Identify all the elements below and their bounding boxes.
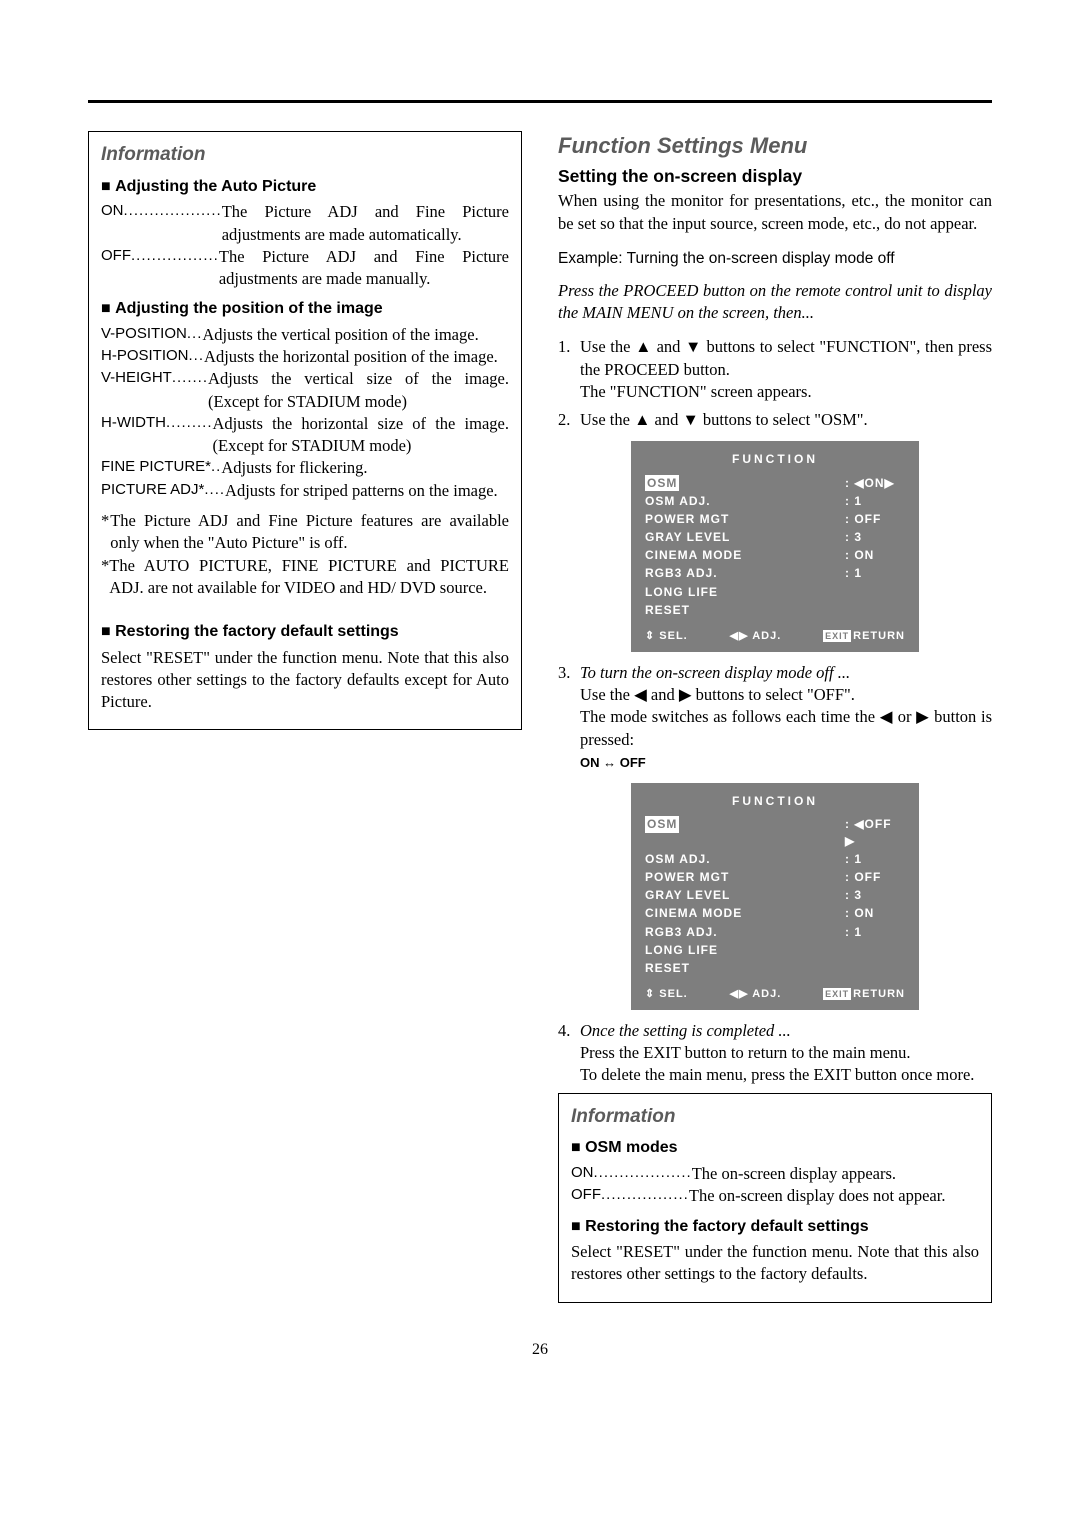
footnote-2: * The AUTO PICTURE, FINE PICTURE and PIC… bbox=[101, 555, 509, 600]
osd2-footer: ⇕ SEL. ◀▶ ADJ. EXITRETURN bbox=[645, 987, 905, 1002]
restore-body-right: Select "RESET" under the function menu. … bbox=[571, 1241, 979, 1286]
page-rule bbox=[88, 100, 992, 103]
step-3: 3. To turn the on-screen display mode of… bbox=[558, 662, 992, 773]
osd2-title: FUNCTION bbox=[645, 793, 905, 809]
def-on-val: The Picture ADJ and Fine Picture adjustm… bbox=[222, 201, 509, 246]
dots: ................. bbox=[131, 246, 219, 266]
osd-screenshot-2: FUNCTION OSM: ◀OFF ▶ OSM ADJ.: 1 POWER M… bbox=[631, 783, 919, 1010]
def-picadj: PICTURE ADJ* .... Adjusts for striped pa… bbox=[101, 480, 509, 502]
def-vpos: V-POSITION ... Adjusts the vertical posi… bbox=[101, 324, 509, 346]
section-title: Function Settings Menu bbox=[558, 131, 992, 161]
footnote-1: * The Picture ADJ and Fine Picture featu… bbox=[101, 510, 509, 555]
step-1: 1. Use the ▲ and ▼ buttons to select "FU… bbox=[558, 336, 992, 403]
def-hwidth: H-WIDTH ......... Adjusts the horizontal… bbox=[101, 413, 509, 458]
term-on: ON bbox=[101, 201, 124, 221]
right-column: Function Settings Menu Setting the on-sc… bbox=[558, 131, 992, 1303]
information-title: Information bbox=[101, 142, 509, 168]
information-box-left: Information Adjusting the Auto Picture O… bbox=[88, 131, 522, 730]
subhead: Setting the on-screen display bbox=[558, 165, 992, 189]
dots: ................... bbox=[124, 201, 222, 221]
heading-restore-right: Restoring the factory default settings bbox=[571, 1216, 979, 1238]
def-off: OFF ................. The Picture ADJ an… bbox=[101, 246, 509, 291]
intro-text: When using the monitor for presentations… bbox=[558, 190, 992, 235]
step-2: 2. Use the ▲ and ▼ buttons to select "OS… bbox=[558, 409, 992, 431]
preamble-text: Press the PROCEED button on the remote c… bbox=[558, 280, 992, 325]
osd1-footer: ⇕ SEL. ◀▶ ADJ. EXITRETURN bbox=[645, 629, 905, 644]
osd1-title: FUNCTION bbox=[645, 451, 905, 467]
heading-position: Adjusting the position of the image bbox=[101, 298, 509, 320]
heading-restore-left: Restoring the factory default settings bbox=[101, 621, 509, 643]
info2-title: Information bbox=[571, 1104, 979, 1130]
osd-screenshot-1: FUNCTION OSM: ◀ON▶ OSM ADJ.: 1 POWER MGT… bbox=[631, 441, 919, 652]
osm-off: OFF ................. The on-screen disp… bbox=[571, 1185, 979, 1207]
page-number: 26 bbox=[88, 1339, 992, 1361]
information-box-right: Information OSM modes ON ...............… bbox=[558, 1093, 992, 1303]
heading-auto-picture: Adjusting the Auto Picture bbox=[101, 176, 509, 198]
def-vheight: V-HEIGHT ....... Adjusts the vertical si… bbox=[101, 368, 509, 413]
def-on: ON ................... The Picture ADJ a… bbox=[101, 201, 509, 246]
step-4: 4. Once the setting is completed ... Pre… bbox=[558, 1020, 992, 1087]
left-column: Information Adjusting the Auto Picture O… bbox=[88, 131, 522, 730]
heading-osm-modes: OSM modes bbox=[571, 1137, 979, 1159]
term-off: OFF bbox=[101, 246, 131, 266]
def-off-val: The Picture ADJ and Fine Picture adjustm… bbox=[219, 246, 509, 291]
osm-on: ON ................... The on-screen dis… bbox=[571, 1163, 979, 1185]
def-hpos: H-POSITION ... Adjusts the horizontal po… bbox=[101, 346, 509, 368]
two-column-layout: Information Adjusting the Auto Picture O… bbox=[88, 131, 992, 1303]
def-finepic: FINE PICTURE* .. Adjusts for flickering. bbox=[101, 457, 509, 479]
example-text: Example: Turning the on-screen display m… bbox=[558, 249, 992, 270]
restore-body-left: Select "RESET" under the function menu. … bbox=[101, 647, 509, 714]
